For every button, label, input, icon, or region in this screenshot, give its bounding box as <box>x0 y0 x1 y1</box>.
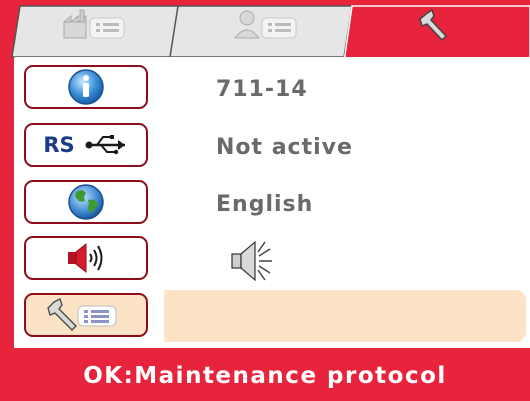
rs-label: RS <box>43 133 75 157</box>
wrench-icon <box>418 8 488 52</box>
factory-list-icon <box>60 8 130 52</box>
language-value: English <box>216 192 314 217</box>
main-panel: 711-14 RS Not active English <box>14 57 530 348</box>
selected-row-highlight <box>164 290 526 342</box>
language-button[interactable] <box>24 180 148 224</box>
status-bar: OK:Maintenance protocol <box>0 350 530 401</box>
rs-usb-button[interactable]: RS <box>24 123 148 167</box>
usb-icon <box>85 135 125 155</box>
rs-status-value: Not active <box>216 135 353 160</box>
speaker-volume-icon <box>228 237 290 289</box>
info-icon <box>68 69 104 105</box>
globe-icon <box>68 184 104 220</box>
wrench-list-icon <box>47 298 117 331</box>
status-text: OK:Maintenance protocol <box>83 362 447 389</box>
version-value: 711-14 <box>216 77 308 102</box>
speaker-icon <box>68 242 103 274</box>
sound-button[interactable] <box>24 236 148 280</box>
info-button[interactable] <box>24 65 148 109</box>
user-list-icon <box>232 8 302 52</box>
maintenance-button[interactable] <box>24 293 148 337</box>
tab-bar <box>0 0 530 60</box>
